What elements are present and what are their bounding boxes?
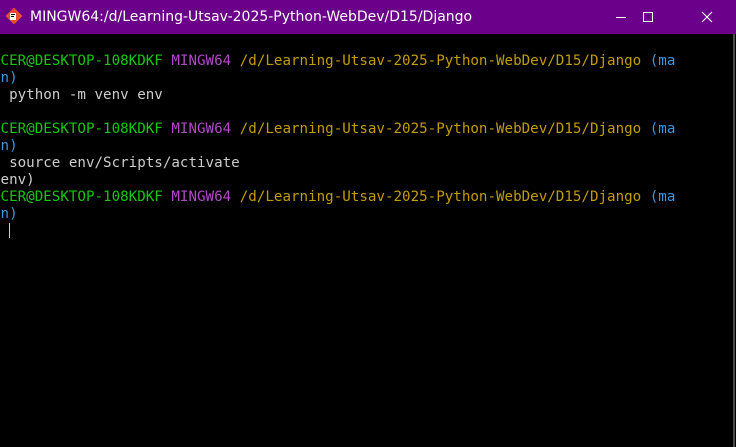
git-branch: (ma bbox=[649, 189, 676, 205]
cwd-path: /d/Learning-Utsav-2025-Python-WebDev/D15… bbox=[239, 121, 642, 137]
prompt-symbol: $ bbox=[0, 223, 1, 239]
venv-indicator: (env) bbox=[0, 172, 35, 188]
vertical-scrollbar[interactable] bbox=[720, 34, 736, 447]
prompt-line-wrap: in) bbox=[0, 70, 720, 87]
prompt-symbol: $ bbox=[0, 155, 1, 171]
msystem: MINGW64 bbox=[171, 53, 232, 69]
cwd-path: /d/Learning-Utsav-2025-Python-WebDev/D15… bbox=[239, 189, 642, 205]
prompt-line: ACER@DESKTOP-108KDKF MINGW64 /d/Learning… bbox=[0, 189, 720, 206]
command-line: $ python -m venv env bbox=[0, 87, 720, 104]
prompt-symbol: $ bbox=[0, 87, 1, 103]
git-bash-icon[interactable] bbox=[5, 7, 23, 25]
command-line-active[interactable]: $ bbox=[0, 223, 720, 240]
command-text: source env/Scripts/activate bbox=[9, 155, 240, 171]
user-host: ACER@DESKTOP-108KDKF bbox=[0, 121, 163, 137]
msystem: MINGW64 bbox=[171, 189, 232, 205]
command-text: python -m venv env bbox=[9, 87, 163, 103]
maximize-icon bbox=[643, 12, 653, 22]
terminal-window: MINGW64:/d/Learning-Utsav-2025-Python-We… bbox=[0, 0, 736, 447]
close-icon bbox=[701, 11, 713, 23]
prompt-line-wrap: in) bbox=[0, 138, 720, 155]
terminal-output[interactable]: ACER@DESKTOP-108KDKF MINGW64 /d/Learning… bbox=[0, 34, 720, 447]
git-branch-wrap: in) bbox=[0, 206, 18, 222]
window-title: MINGW64:/d/Learning-Utsav-2025-Python-We… bbox=[30, 9, 473, 25]
command-line: $ source env/Scripts/activate bbox=[0, 155, 720, 172]
git-branch-wrap: in) bbox=[0, 70, 18, 86]
prompt-line-wrap: in) bbox=[0, 206, 720, 223]
prompt-line: ACER@DESKTOP-108KDKF MINGW64 /d/Learning… bbox=[0, 121, 720, 138]
msystem: MINGW64 bbox=[171, 121, 232, 137]
git-branch: (ma bbox=[649, 53, 676, 69]
scrollbar-thumb[interactable] bbox=[733, 34, 735, 447]
venv-indicator-line: (env) bbox=[0, 172, 720, 189]
title-bar[interactable]: MINGW64:/d/Learning-Utsav-2025-Python-We… bbox=[0, 0, 736, 34]
maximize-button[interactable] bbox=[625, 0, 671, 34]
text-cursor bbox=[9, 223, 11, 238]
prompt-line: ACER@DESKTOP-108KDKF MINGW64 /d/Learning… bbox=[0, 53, 720, 70]
cwd-path: /d/Learning-Utsav-2025-Python-WebDev/D15… bbox=[239, 53, 642, 69]
user-host: ACER@DESKTOP-108KDKF bbox=[0, 189, 163, 205]
user-host: ACER@DESKTOP-108KDKF bbox=[0, 53, 163, 69]
git-branch-wrap: in) bbox=[0, 138, 18, 154]
git-branch: (ma bbox=[649, 121, 676, 137]
close-button[interactable] bbox=[684, 0, 730, 34]
